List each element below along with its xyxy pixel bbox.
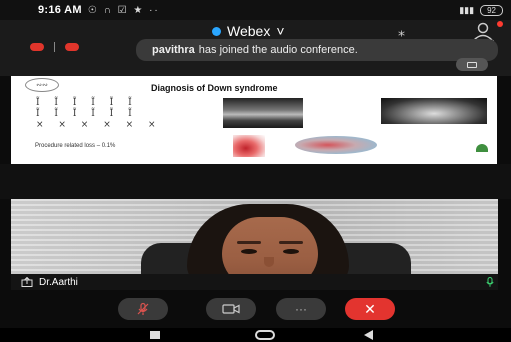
- join-notification-toast: pavithra has joined the audio conference…: [136, 39, 498, 61]
- nose: [264, 257, 274, 267]
- toast-collapse-button[interactable]: [456, 58, 488, 71]
- signal-icon: ▮▮▮: [459, 4, 475, 15]
- participant-name: Dr.Aarthi: [39, 276, 78, 288]
- notification-icons: ☉ ∩ ☑ ★ ··: [87, 4, 160, 16]
- karyotype-row: Ĩ Ĩ Ĩ Ĩ Ĩ Ĩ: [36, 109, 138, 119]
- record-icon: [30, 43, 44, 51]
- more-options-button[interactable]: ···: [276, 298, 326, 320]
- karyotype-row: Ĩ Ĩ Ĩ Ĩ Ĩ Ĩ: [36, 98, 138, 108]
- status-right: ▮▮▮ 92: [459, 4, 503, 16]
- back-icon[interactable]: [364, 330, 373, 340]
- recent-apps-icon[interactable]: [150, 331, 160, 339]
- mute-button[interactable]: [118, 298, 168, 320]
- logo-mark: [476, 144, 488, 152]
- eye: [241, 249, 257, 254]
- stage-background: [0, 164, 511, 199]
- share-screen-icon: [21, 277, 33, 287]
- culture-dish-image: [295, 136, 377, 154]
- app-title: Webex: [227, 23, 271, 39]
- divider: [54, 42, 55, 52]
- slide-logo: ∾∾: [25, 78, 59, 92]
- blood-sample-image: [233, 135, 265, 157]
- system-nav-bar: [0, 328, 511, 342]
- webex-title-dropdown[interactable]: Webex ˅: [212, 23, 285, 39]
- video-button[interactable]: [206, 298, 256, 320]
- bluetooth-icon[interactable]: ⁎: [398, 23, 405, 40]
- participant-video[interactable]: [11, 199, 498, 274]
- more-options-icon: ···: [295, 302, 307, 316]
- ultrasound-image: [223, 98, 303, 128]
- notification-dot: [497, 21, 503, 27]
- status-bar: 9:16 AM ☉ ∩ ☑ ★ ·· ▮▮▮ 92: [0, 0, 511, 20]
- karyotype-image: Ĩ Ĩ Ĩ Ĩ Ĩ Ĩ Ĩ Ĩ Ĩ Ĩ Ĩ Ĩ × × × × × ×: [36, 98, 176, 138]
- audio-active-icon: [486, 277, 494, 287]
- shared-slide: ∾∾ Diagnosis of Down syndrome Ĩ Ĩ Ĩ Ĩ Ĩ …: [11, 76, 497, 164]
- recording-indicator[interactable]: [30, 40, 82, 54]
- mute-mic-icon: [137, 302, 149, 315]
- eyebrow: [279, 241, 303, 244]
- window-icon: [467, 61, 477, 68]
- battery-icon: 92: [480, 4, 503, 16]
- record-icon: [65, 43, 79, 51]
- call-controls: ··· ✕: [0, 290, 511, 328]
- battery-level: 92: [487, 5, 496, 15]
- toast-message: has joined the audio conference.: [198, 44, 358, 56]
- karyotype-row: × × × × × ×: [36, 120, 162, 130]
- institution-logo: [471, 144, 493, 160]
- procedure-caption: Procedure related loss – 0.1%: [35, 143, 116, 149]
- eyebrow: [237, 241, 261, 244]
- status-time: 9:16 AM: [38, 4, 82, 16]
- end-call-button[interactable]: ✕: [345, 298, 395, 320]
- chevron-down-icon: ˅: [276, 23, 285, 39]
- video-camera-icon: [222, 304, 240, 314]
- slide-title: Diagnosis of Down syndrome: [151, 83, 278, 93]
- home-icon[interactable]: [255, 330, 275, 340]
- end-call-icon: ✕: [364, 300, 376, 317]
- toast-participant-name: pavithra: [152, 44, 195, 56]
- participant-name-bar: Dr.Aarthi: [11, 274, 498, 290]
- eye: [283, 249, 299, 254]
- webex-logo-icon: [212, 26, 221, 36]
- ultrasound-image: [381, 98, 487, 124]
